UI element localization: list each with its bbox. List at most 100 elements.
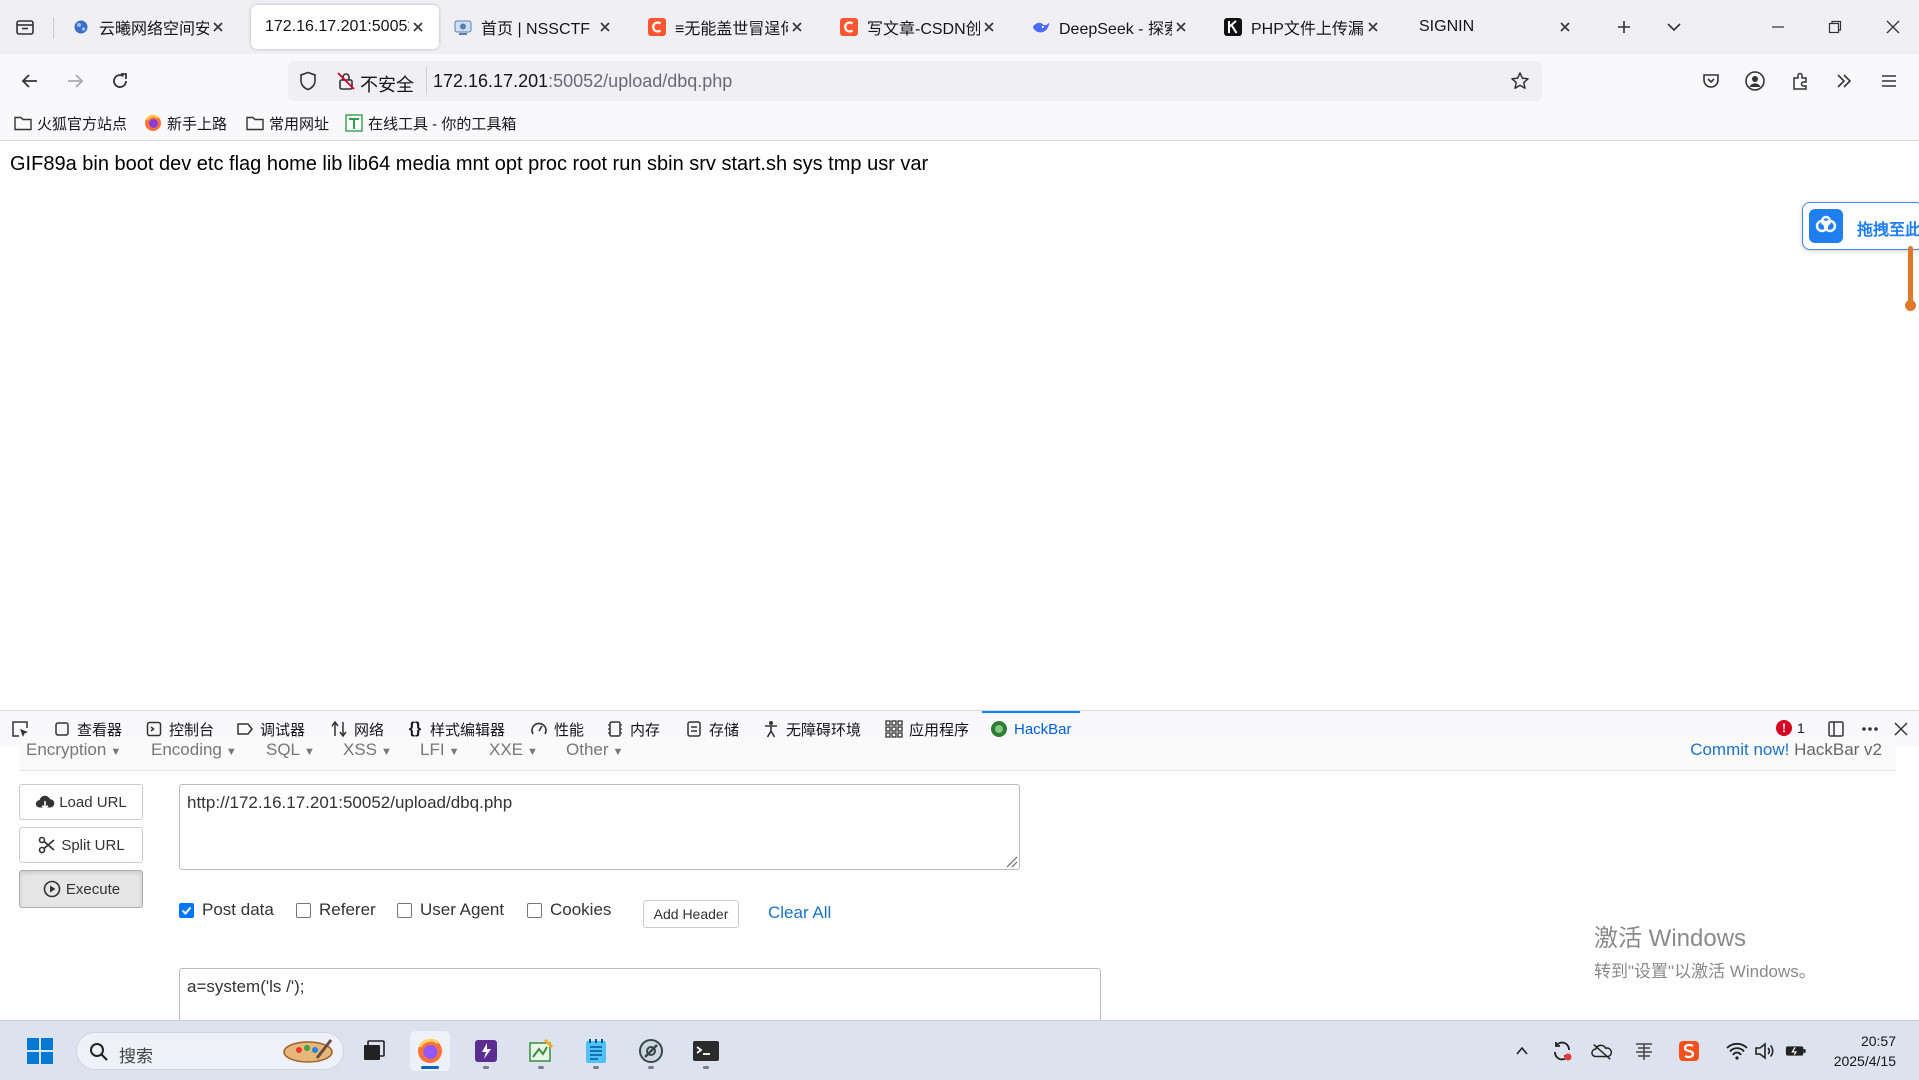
tray-expand-icon[interactable] — [1511, 1040, 1533, 1062]
clear-all-link[interactable]: Clear All — [768, 903, 831, 923]
tab-nssctf[interactable]: 首页 | NSSCTF — [438, 5, 626, 49]
close-icon[interactable] — [596, 18, 614, 36]
globe-icon — [72, 18, 90, 36]
hackbar-menu: Encryption ▼ Encoding ▼ SQL ▼ XSS ▼ LFI ▼ XXE… — [20, 738, 1896, 771]
tab-signin[interactable]: SIGNIN — [1400, 5, 1586, 49]
menu-xss[interactable]: XSS ▼ — [343, 740, 392, 760]
close-devtools-icon[interactable] — [1894, 711, 1908, 747]
system-clock[interactable]: 20:57 2025/4/15 — [1818, 1031, 1896, 1071]
menu-xxe[interactable]: XXE ▼ — [489, 740, 538, 760]
volume-icon[interactable] — [1754, 1040, 1776, 1062]
bookmark-star-icon[interactable] — [1510, 71, 1530, 91]
close-icon[interactable] — [1172, 18, 1190, 36]
tab-deepseek[interactable]: DeepSeek - 探索 — [1016, 5, 1202, 49]
close-icon[interactable] — [409, 18, 427, 36]
wifi-icon[interactable] — [1726, 1040, 1748, 1062]
forward-icon[interactable] — [60, 66, 90, 96]
tab-current-page[interactable]: 172.16.17.201:50052 — [251, 5, 439, 49]
devtools-tab-label: 存储 — [709, 721, 740, 739]
execute-button[interactable]: Execute — [19, 870, 143, 908]
battery-icon[interactable] — [1785, 1040, 1807, 1062]
bookmark-common-sites[interactable]: 常用网址 — [246, 112, 329, 134]
windows-start-icon[interactable] — [20, 1031, 60, 1071]
account-icon[interactable] — [1740, 66, 1770, 96]
close-icon[interactable] — [1364, 18, 1382, 36]
split-url-button[interactable]: Split URL — [19, 827, 143, 863]
task-view-icon[interactable] — [354, 1031, 394, 1071]
close-icon[interactable] — [788, 18, 806, 36]
insecure-lock-icon[interactable] — [336, 71, 356, 91]
error-count-badge[interactable]: ! 1 — [1776, 720, 1805, 736]
chevron-down-icon[interactable] — [1659, 12, 1689, 42]
taskbar-network-tool[interactable] — [631, 1031, 671, 1071]
app-tray-icon[interactable] — [1633, 1040, 1655, 1062]
taskbar-firefox[interactable] — [410, 1031, 450, 1071]
menu-encryption[interactable]: Encryption ▼ — [26, 740, 121, 760]
menu-lfi[interactable]: LFI ▼ — [420, 740, 459, 760]
load-url-button[interactable]: Load URL — [19, 784, 143, 820]
checkbox-checked-icon — [179, 902, 194, 918]
reload-icon[interactable] — [105, 66, 135, 96]
menu-encoding[interactable]: Encoding ▼ — [151, 740, 237, 760]
tab-csdn-article[interactable]: ≡无能盖世冒逞何 — [632, 5, 818, 49]
scroll-indicator-dot[interactable] — [1905, 300, 1916, 311]
new-tab-icon[interactable] — [1609, 12, 1639, 42]
address-bar[interactable]: 不安全 172.16.17.201:50052/upload/dbq.php — [288, 61, 1542, 101]
referer-checkbox[interactable]: Referer — [296, 900, 376, 920]
bookmark-firefox-site[interactable]: 火狐官方站点 — [14, 112, 127, 134]
menu-sql[interactable]: SQL ▼ — [266, 740, 315, 760]
taskbar-editor[interactable] — [521, 1031, 561, 1071]
nssctf-icon — [454, 18, 472, 36]
close-window-icon[interactable] — [1878, 12, 1908, 42]
play-circle-icon — [42, 879, 62, 899]
url-textarea[interactable]: http://172.16.17.201:50052/upload/dbq.ph… — [179, 784, 1020, 870]
netdisk-drop-widget[interactable]: 拖拽至此 — [1802, 202, 1919, 250]
taskbar-terminal[interactable] — [686, 1031, 726, 1071]
input-method-icon[interactable] — [1678, 1040, 1700, 1062]
user-agent-checkbox[interactable]: User Agent — [397, 900, 504, 920]
minimize-icon[interactable] — [1763, 12, 1793, 42]
restore-icon[interactable] — [1820, 12, 1850, 42]
cookies-checkbox[interactable]: Cookies — [527, 900, 611, 920]
back-icon[interactable] — [15, 66, 45, 96]
tab-yunxi[interactable]: 云曦网络空间安全 — [56, 5, 239, 49]
onedrive-offline-icon[interactable] — [1591, 1040, 1613, 1062]
close-icon[interactable] — [980, 18, 998, 36]
extensions-icon[interactable] — [1785, 66, 1815, 96]
taskbar-notepad[interactable] — [576, 1031, 616, 1071]
url-path: :50052/upload/dbq.php — [548, 71, 733, 91]
sync-icon[interactable] — [1551, 1040, 1573, 1062]
running-indicator — [483, 1066, 489, 1069]
post-data-textarea[interactable]: a=system('ls /'); — [179, 968, 1101, 1028]
menu-label: Encoding — [151, 740, 222, 759]
menu-label: LFI — [420, 740, 445, 759]
tab-list-icon[interactable] — [10, 12, 40, 42]
button-label: Load URL — [59, 793, 127, 811]
post-data-checkbox[interactable]: Post data — [179, 900, 274, 920]
commit-link[interactable]: Commit now! HackBar v2 — [1690, 740, 1882, 760]
insecure-label[interactable]: 不安全 — [360, 71, 414, 97]
running-indicator — [648, 1066, 654, 1069]
url-text[interactable]: 172.16.17.201:50052/upload/dbq.php — [433, 71, 732, 92]
pocket-icon[interactable] — [1696, 66, 1726, 96]
running-indicator — [538, 1066, 544, 1069]
close-icon[interactable] — [1556, 18, 1574, 36]
add-header-button[interactable]: Add Header — [643, 900, 739, 928]
tab-csdn-write[interactable]: 写文章-CSDN创作 — [824, 5, 1010, 49]
taskbar-visual-studio[interactable] — [466, 1031, 506, 1071]
resize-grip-icon[interactable] — [1004, 854, 1018, 868]
more-tools-icon[interactable] — [1829, 66, 1859, 96]
close-icon[interactable] — [209, 18, 227, 36]
windows-taskbar: 搜索 20:57 2025/4/15 — [0, 1020, 1919, 1080]
menu-icon[interactable] — [1874, 66, 1904, 96]
tracking-shield-icon[interactable] — [298, 71, 318, 91]
scroll-indicator[interactable] — [1908, 246, 1913, 306]
taskbar-search-box[interactable]: 搜索 — [76, 1032, 344, 1070]
tab-php-upload[interactable]: PHP文件上传漏洞 — [1208, 5, 1394, 49]
bookmark-getting-started[interactable]: 新手上路 — [144, 112, 227, 134]
bookmark-online-tools[interactable]: 在线工具 - 你的工具箱 — [345, 112, 516, 134]
storage-icon — [685, 720, 703, 738]
inspector-icon — [53, 720, 71, 738]
navigation-toolbar: 不安全 172.16.17.201:50052/upload/dbq.php — [0, 54, 1919, 106]
menu-other[interactable]: Other ▼ — [566, 740, 623, 760]
